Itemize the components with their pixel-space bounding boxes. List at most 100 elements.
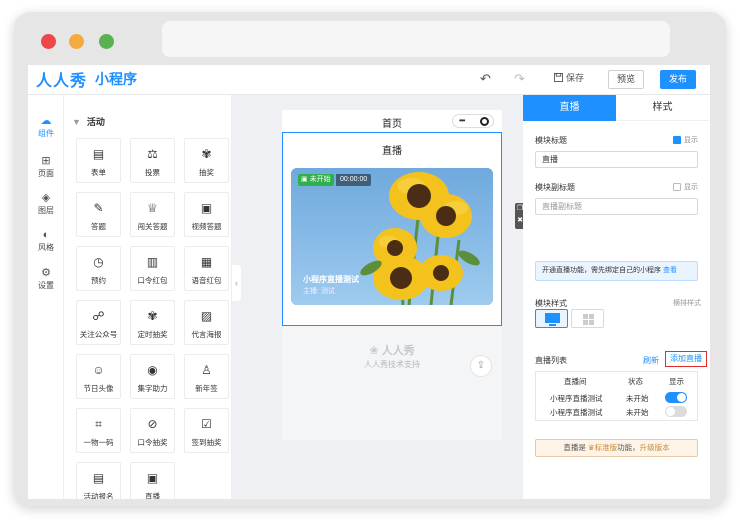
rail-item-components[interactable]: ☁ 组件 xyxy=(28,115,64,139)
component-icon: ▨ xyxy=(200,309,213,323)
minimize-window-dot[interactable] xyxy=(69,34,84,49)
component-item[interactable]: ⊘ 口令抽奖 xyxy=(130,408,175,453)
component-item[interactable]: ☍ 关注公众号 xyxy=(76,300,121,345)
editor-canvas: ‹ 首页 ••• 直播 ▣ 未开始 00:00:00 小程序直播测试 主播: 测… xyxy=(232,95,525,499)
section-activity[interactable]: ▼ 活动 xyxy=(72,115,105,128)
live-countdown: 00:00:00 xyxy=(336,174,372,186)
show-label: 显示 xyxy=(684,184,698,191)
live-host-name: 主播: 测试 xyxy=(303,288,335,295)
app-logo: 人人秀 xyxy=(36,73,88,90)
checkbox-unchecked-icon xyxy=(673,183,681,191)
rail-label: 组件 xyxy=(38,129,54,138)
component-label: 关注公众号 xyxy=(79,330,118,339)
component-item[interactable]: ✾ 定时抽奖 xyxy=(130,300,175,345)
component-item[interactable]: ▤ 活动报名 xyxy=(76,462,121,499)
component-item[interactable]: ✾ 抽奖 xyxy=(184,138,229,183)
component-item[interactable]: ▥ 口令红包 xyxy=(130,246,175,291)
rail-item-settings[interactable]: ⚙ 设置 xyxy=(28,267,64,291)
save-button[interactable]: 保存 xyxy=(554,71,584,84)
component-label: 答题 xyxy=(91,222,106,231)
module-title: 直播 xyxy=(382,146,402,157)
share-button[interactable]: ⇪ xyxy=(470,355,492,377)
mini-program-capsule[interactable]: ••• xyxy=(452,114,494,128)
component-label: 节日头像 xyxy=(83,384,114,393)
show-label: 显示 xyxy=(684,137,698,144)
tab-style[interactable]: 样式 xyxy=(616,95,709,121)
component-item[interactable]: ♕ 闯关答题 xyxy=(130,192,175,237)
footer-credit: 人人秀技术支持 xyxy=(364,360,420,369)
component-item[interactable]: ▣ 视频答题 xyxy=(184,192,229,237)
component-item[interactable]: ▤ 表单 xyxy=(76,138,121,183)
module-title-show-checkbox[interactable]: 显示 xyxy=(673,135,698,145)
upgrade-banner[interactable]: 直播是 ♛标准版功能，升级版本 xyxy=(535,439,698,457)
component-label: 代言海报 xyxy=(191,330,222,339)
rail-item-pages[interactable]: ⊞ 页面 xyxy=(28,155,64,179)
add-live-button[interactable]: 添加直播 xyxy=(665,351,707,367)
collapse-panel-handle[interactable]: ‹ xyxy=(232,265,241,301)
share-icon: ⇪ xyxy=(476,360,486,371)
rail-item-layers[interactable]: ◈ 图层 xyxy=(28,192,64,216)
tab-live[interactable]: 直播 xyxy=(523,95,616,121)
component-item[interactable]: ⌗ 一物一码 xyxy=(76,408,121,453)
settings-icon: ⚙ xyxy=(41,267,51,279)
component-item[interactable]: ▣ 直播 xyxy=(130,462,175,499)
module-subtitle-show-checkbox[interactable]: 显示 xyxy=(673,182,698,192)
style-option-horizontal[interactable] xyxy=(535,309,568,328)
component-icon: ⌗ xyxy=(95,417,102,431)
rail-item-style[interactable]: ◐ 风格 xyxy=(28,229,64,253)
crown-icon: ♛ xyxy=(587,443,595,452)
refresh-link[interactable]: 刷新 xyxy=(643,355,659,366)
save-label: 保存 xyxy=(566,73,585,83)
component-icon: ✾ xyxy=(147,309,158,323)
component-item[interactable]: ☑ 签到抽奖 xyxy=(184,408,229,453)
live-list-label: 直播列表 xyxy=(535,356,567,365)
component-item[interactable]: ⚖ 投票 xyxy=(130,138,175,183)
row-show-toggle[interactable] xyxy=(665,406,687,417)
address-bar[interactable] xyxy=(162,21,670,57)
component-item[interactable]: ✎ 答题 xyxy=(76,192,121,237)
module-subtitle-input[interactable]: 直播副标题 xyxy=(535,198,698,215)
component-label: 抽奖 xyxy=(199,168,214,177)
maximize-window-dot[interactable] xyxy=(99,34,114,49)
module-subtitle-label: 模块副标题 xyxy=(535,183,575,192)
row-show-toggle[interactable] xyxy=(665,392,687,403)
component-item[interactable]: ◷ 预约 xyxy=(76,246,121,291)
checkbox-checked-icon xyxy=(673,136,681,144)
style-option-grid[interactable] xyxy=(571,309,604,328)
notice-view-link[interactable]: 查看 xyxy=(663,267,677,274)
grid-icon xyxy=(583,314,594,325)
row-room-name: 小程序直播测试 xyxy=(550,394,603,403)
close-window-dot[interactable] xyxy=(41,34,56,49)
component-item[interactable]: ▨ 代言海报 xyxy=(184,300,229,345)
layer-icon: ◈ xyxy=(41,192,51,204)
page-icon: ⊞ xyxy=(41,155,51,167)
module-title-label: 模块标题 xyxy=(535,136,567,145)
component-item[interactable]: ♙ 新年签 xyxy=(184,354,229,399)
publish-button[interactable]: 发布 xyxy=(660,70,696,89)
preview-button[interactable]: 预览 xyxy=(608,70,644,89)
component-icon: ▣ xyxy=(200,201,213,215)
component-item[interactable]: ☺ 节日头像 xyxy=(76,354,121,399)
style-hint: 横排样式 xyxy=(673,300,701,307)
component-label: 表单 xyxy=(91,168,106,177)
component-label: 投票 xyxy=(145,168,160,177)
col-room: 直播间 xyxy=(564,377,587,386)
live-module[interactable]: 直播 ▣ 未开始 00:00:00 小程序直播测试 主播: 测试 xyxy=(282,132,502,326)
component-icon: ☁ xyxy=(40,115,52,127)
component-label: 活动报名 xyxy=(83,492,114,499)
module-title-input[interactable]: 直播 xyxy=(535,151,698,168)
component-icon: ✎ xyxy=(93,201,104,215)
live-card[interactable]: ▣ 未开始 00:00:00 小程序直播测试 主播: 测试 xyxy=(291,168,493,305)
component-label: 定时抽奖 xyxy=(137,330,168,339)
upgrade-link[interactable]: 升级版本 xyxy=(640,443,670,452)
redo-icon[interactable]: ↷ xyxy=(514,71,525,87)
col-show: 显示 xyxy=(669,377,684,386)
component-icon: ♙ xyxy=(201,363,212,377)
live-status-badge: ▣ 未开始 xyxy=(298,174,334,186)
component-item[interactable]: ▦ 语音红包 xyxy=(184,246,229,291)
undo-icon[interactable]: ↶ xyxy=(480,71,491,87)
brand-mark-icon: ❀ xyxy=(369,345,379,357)
component-icon: ▦ xyxy=(200,255,213,269)
component-item[interactable]: ◉ 集字助力 xyxy=(130,354,175,399)
module-style-label: 模块样式 xyxy=(535,299,567,308)
